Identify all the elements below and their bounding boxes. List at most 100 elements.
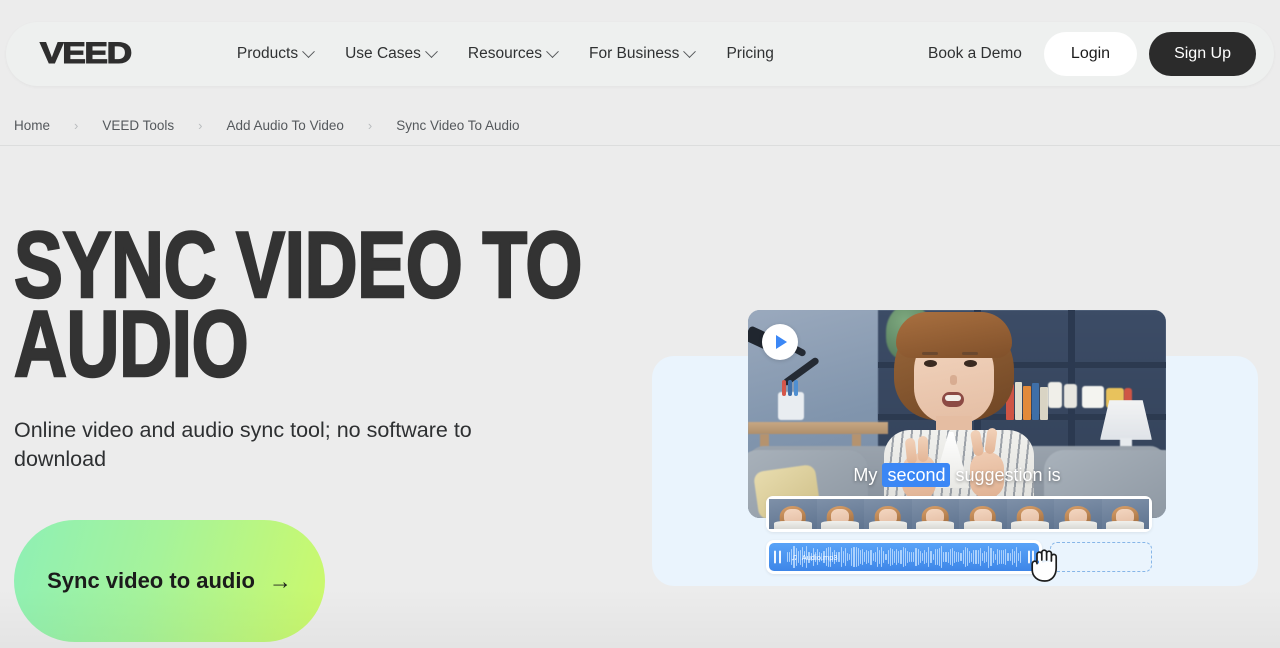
waveform-bar — [994, 554, 996, 560]
waveform-bar — [945, 551, 947, 563]
audio-clip[interactable]: ♫ Audio.mp3 — [766, 540, 1042, 574]
music-note-icon: ♫ — [791, 551, 798, 562]
scene-jar — [1082, 386, 1104, 408]
waveform-bar — [861, 549, 864, 565]
scene-person-teeth — [945, 395, 961, 401]
waveform-bar — [953, 550, 956, 564]
waveform-bar — [934, 549, 936, 565]
waveform-bar — [930, 551, 932, 563]
waveform-bar — [872, 553, 874, 561]
waveform-bar — [894, 551, 896, 563]
waveform-bar — [889, 548, 891, 566]
chevron-down-icon — [546, 44, 559, 58]
waveform-bar — [943, 551, 945, 563]
waveform-bar — [947, 551, 949, 563]
waveform-bar — [924, 550, 926, 564]
waveform-bar — [979, 547, 981, 567]
nav-item-use-cases[interactable]: Use Cases — [345, 44, 438, 63]
nav-item-label: For Business — [588, 45, 680, 62]
video-timeline-filmstrip[interactable] — [766, 496, 1152, 532]
page-subtitle: Online video and audio sync tool; no sof… — [14, 417, 472, 471]
nav-item-pricing[interactable]: Pricing — [726, 45, 773, 63]
waveform-bar — [1013, 551, 1016, 563]
chevron-down-icon — [683, 44, 697, 58]
audio-file-name: Audio.mp3 — [801, 552, 838, 562]
nav-item-label: Use Cases — [345, 45, 421, 62]
waveform-bar — [885, 553, 887, 561]
play-button[interactable] — [762, 324, 798, 360]
scene-pen-cup — [778, 392, 804, 420]
audio-clip-handle-right[interactable] — [1027, 550, 1034, 564]
breadcrumb-item-veed-tools[interactable]: VEED Tools — [102, 118, 174, 133]
video-player-card[interactable]: My second suggestion is — [748, 310, 1166, 518]
audio-empty-track-placeholder[interactable] — [1050, 542, 1152, 572]
waveform-bar — [909, 551, 911, 563]
filmstrip-frame — [769, 499, 817, 529]
waveform-bar — [870, 549, 872, 565]
breadcrumb-item-add-audio-to-video[interactable]: Add Audio To Video — [227, 118, 344, 133]
scene-pen — [788, 380, 792, 396]
chevron-down-icon — [302, 44, 315, 58]
scene-person-nose — [950, 375, 957, 385]
waveform-bar — [849, 554, 851, 560]
waveform-bar — [938, 548, 941, 566]
video-caption-overlay: My second suggestion is — [748, 463, 1166, 487]
waveform-bar — [879, 549, 881, 565]
waveform-bar — [951, 547, 953, 567]
scene-person-fringe — [896, 312, 1012, 358]
breadcrumb: Home › VEED Tools › Add Audio To Video ›… — [0, 106, 1280, 146]
caption-highlighted-word: second — [882, 463, 951, 487]
waveform-bar — [964, 547, 966, 567]
waveform-bar — [866, 549, 868, 565]
nav-item-for-business[interactable]: For Business — [588, 44, 697, 63]
nav-actions: Book a Demo Login Sign Up — [928, 32, 1256, 76]
cta-label: Sync video to audio — [47, 568, 255, 594]
waveform-bar — [1001, 550, 1003, 564]
nav-item-label: Pricing — [726, 45, 774, 62]
signup-button[interactable]: Sign Up — [1149, 32, 1256, 76]
nav-item-label: Resources — [467, 45, 542, 62]
waveform-bar — [1009, 553, 1011, 561]
waveform-bar — [1018, 552, 1020, 562]
waveform-bar — [992, 550, 994, 564]
waveform-bar — [844, 547, 846, 567]
play-icon — [776, 335, 787, 349]
waveform-bar — [913, 551, 915, 563]
waveform-bar — [921, 553, 923, 561]
scene-person-finger — [918, 436, 928, 462]
sync-video-to-audio-cta-button[interactable]: Sync video to audio → — [14, 520, 325, 643]
waveform-bar — [902, 547, 904, 567]
video-scene-image — [748, 310, 1166, 518]
breadcrumb-item-current: Sync Video To Audio — [396, 118, 520, 133]
audio-clip-body: ♫ Audio.mp3 — [769, 543, 1039, 571]
login-button[interactable]: Login — [1043, 32, 1138, 76]
waveform-bar — [1005, 549, 1007, 565]
waveform-bar — [919, 551, 921, 563]
chevron-down-icon — [425, 44, 438, 58]
waveform-bar — [859, 549, 861, 565]
waveform-bar — [936, 549, 938, 565]
audio-clip-handle-left[interactable] — [774, 550, 781, 564]
breadcrumb-item-home[interactable]: Home — [14, 118, 50, 133]
waveform-bar — [971, 552, 973, 562]
veed-logo[interactable]: VEED — [39, 38, 132, 69]
book-a-demo-link[interactable]: Book a Demo — [928, 45, 1032, 63]
filmstrip-frame — [816, 499, 864, 529]
waveform-bar — [968, 551, 971, 563]
waveform-bar — [1007, 552, 1009, 562]
waveform-bar — [851, 548, 853, 566]
scene-person-brow — [922, 352, 938, 355]
nav-item-resources[interactable]: Resources — [467, 44, 559, 63]
caption-text-after: suggestion is — [955, 465, 1061, 485]
waveform-bar — [941, 546, 943, 568]
waveform-bar — [842, 551, 844, 563]
waveform-bar — [956, 552, 958, 562]
waveform-bar — [981, 552, 983, 562]
waveform-bar — [975, 550, 977, 564]
nav-item-products[interactable]: Products — [237, 44, 315, 63]
scene-pen — [782, 380, 786, 396]
waveform-bar — [876, 547, 879, 567]
waveform-bar — [864, 552, 866, 562]
waveform-bar — [926, 551, 928, 563]
waveform-bar — [891, 549, 894, 565]
